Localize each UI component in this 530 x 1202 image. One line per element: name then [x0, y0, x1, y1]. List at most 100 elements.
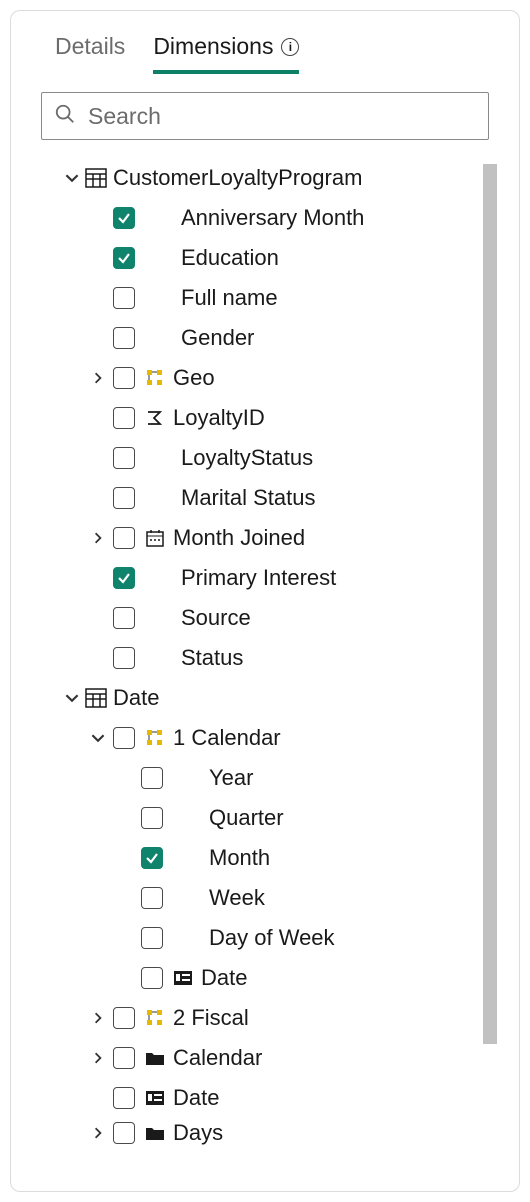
table-icon: [85, 168, 113, 188]
node-label: Date: [113, 685, 159, 711]
search-icon: [54, 103, 76, 130]
tabs: Details Dimensions i: [11, 11, 519, 74]
info-icon[interactable]: i: [281, 38, 299, 56]
node-label: 2 Fiscal: [173, 1005, 249, 1031]
chevron-down-icon[interactable]: [63, 691, 81, 705]
checkbox[interactable]: [141, 847, 163, 869]
chevron-down-icon[interactable]: [89, 731, 107, 745]
node-week[interactable]: Week: [11, 878, 519, 918]
node-geo[interactable]: Geo: [11, 358, 519, 398]
node-dow[interactable]: Day of Week: [11, 918, 519, 958]
checkbox[interactable]: [113, 527, 135, 549]
hierarchy-icon: [145, 368, 173, 388]
checkbox[interactable]: [141, 887, 163, 909]
node-status[interactable]: Status: [11, 638, 519, 678]
node-anniversary[interactable]: Anniversary Month: [11, 198, 519, 238]
checkbox[interactable]: [113, 487, 135, 509]
node-quarter[interactable]: Quarter: [11, 798, 519, 838]
node-fullname[interactable]: Full name: [11, 278, 519, 318]
node-year[interactable]: Year: [11, 758, 519, 798]
node-label: Anniversary Month: [181, 205, 364, 231]
checkbox[interactable]: [113, 1007, 135, 1029]
calendar-icon: [145, 528, 173, 548]
node-gender[interactable]: Gender: [11, 318, 519, 358]
checkbox[interactable]: [113, 1047, 135, 1069]
node-label: Month Joined: [173, 525, 305, 551]
node-label: Week: [209, 885, 265, 911]
checkbox[interactable]: [113, 647, 135, 669]
node-label: Status: [181, 645, 243, 671]
checkbox[interactable]: [113, 407, 135, 429]
node-fiscal2[interactable]: 2 Fiscal: [11, 998, 519, 1038]
node-label: Quarter: [209, 805, 284, 831]
checkbox[interactable]: [113, 1122, 135, 1144]
checkbox[interactable]: [113, 327, 135, 349]
node-label: LoyaltyID: [173, 405, 265, 431]
chevron-down-icon[interactable]: [63, 171, 81, 185]
node-calendar1[interactable]: 1 Calendar: [11, 718, 519, 758]
node-label: CustomerLoyaltyProgram: [113, 165, 362, 191]
scrollbar[interactable]: [483, 164, 497, 1044]
identity-icon: [173, 970, 201, 986]
checkbox[interactable]: [113, 287, 135, 309]
node-source[interactable]: Source: [11, 598, 519, 638]
search-box[interactable]: [41, 92, 489, 140]
chevron-right-icon[interactable]: [89, 1052, 107, 1064]
checkbox[interactable]: [141, 927, 163, 949]
chevron-right-icon[interactable]: [89, 532, 107, 544]
node-days[interactable]: Days: [11, 1118, 519, 1148]
checkbox[interactable]: [141, 967, 163, 989]
node-primary-interest[interactable]: Primary Interest: [11, 558, 519, 598]
node-label: Calendar: [173, 1045, 262, 1071]
node-date[interactable]: Date: [11, 678, 519, 718]
node-label: Date: [201, 965, 247, 991]
folder-icon: [145, 1125, 173, 1141]
node-calendar[interactable]: Calendar: [11, 1038, 519, 1078]
hierarchy-icon: [145, 1008, 173, 1028]
node-loyaltystatus[interactable]: LoyaltyStatus: [11, 438, 519, 478]
tab-details-label: Details: [55, 33, 125, 60]
node-label: Date: [173, 1085, 219, 1111]
checkbox[interactable]: [141, 807, 163, 829]
checkbox[interactable]: [113, 247, 135, 269]
chevron-right-icon[interactable]: [89, 372, 107, 384]
node-label: 1 Calendar: [173, 725, 281, 751]
node-label: Primary Interest: [181, 565, 336, 591]
node-customer-loyalty[interactable]: CustomerLoyaltyProgram: [11, 158, 519, 198]
checkbox[interactable]: [113, 1087, 135, 1109]
node-label: Full name: [181, 285, 278, 311]
node-education[interactable]: Education: [11, 238, 519, 278]
node-loyaltyid[interactable]: LoyaltyID: [11, 398, 519, 438]
checkbox[interactable]: [141, 767, 163, 789]
checkbox[interactable]: [113, 567, 135, 589]
tab-details[interactable]: Details: [55, 33, 125, 70]
node-label: Day of Week: [209, 925, 335, 951]
chevron-right-icon[interactable]: [89, 1012, 107, 1024]
checkbox[interactable]: [113, 447, 135, 469]
node-label: Gender: [181, 325, 254, 351]
checkbox[interactable]: [113, 607, 135, 629]
sigma-icon: [145, 409, 173, 427]
checkbox[interactable]: [113, 207, 135, 229]
tab-dimensions[interactable]: Dimensions i: [153, 33, 299, 74]
node-month[interactable]: Month: [11, 838, 519, 878]
node-label: Marital Status: [181, 485, 316, 511]
node-date-leaf[interactable]: Date: [11, 958, 519, 998]
chevron-right-icon[interactable]: [89, 1127, 107, 1139]
node-label: LoyaltyStatus: [181, 445, 313, 471]
folder-icon: [145, 1050, 173, 1066]
node-label: Education: [181, 245, 279, 271]
node-label: Days: [173, 1120, 223, 1146]
node-label: Month: [209, 845, 270, 871]
node-marital[interactable]: Marital Status: [11, 478, 519, 518]
identity-icon: [145, 1090, 173, 1106]
checkbox[interactable]: [113, 367, 135, 389]
hierarchy-icon: [145, 728, 173, 748]
node-label: Year: [209, 765, 253, 791]
checkbox[interactable]: [113, 727, 135, 749]
table-icon: [85, 688, 113, 708]
search-input[interactable]: [86, 102, 476, 131]
node-date2[interactable]: Date: [11, 1078, 519, 1118]
node-label: Geo: [173, 365, 215, 391]
node-monthjoined[interactable]: Month Joined: [11, 518, 519, 558]
